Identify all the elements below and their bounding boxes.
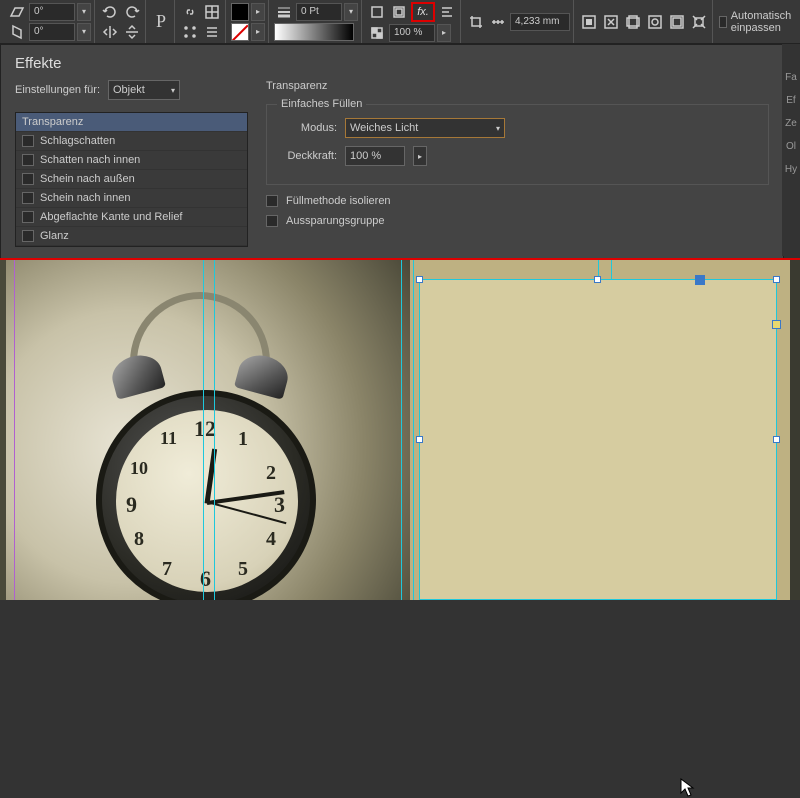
paragraph-icon[interactable]: P [151,13,171,31]
panel-tab[interactable]: Ef [786,95,795,106]
clock-face: 12 1 2 3 4 5 6 7 8 9 10 11 [116,410,298,592]
hour-hand [205,449,218,504]
effects-dialog: Effekte Einstellungen für: Objekt▾ Trans… [0,44,784,259]
effect-checkbox[interactable] [22,173,34,185]
selection-handle[interactable] [594,276,601,283]
box1-icon[interactable] [367,3,387,21]
autofit-checkbox[interactable] [719,16,727,28]
dots-icon[interactable] [180,23,200,41]
fill-opacity-input[interactable]: 100 % [345,146,405,166]
crop-icon[interactable] [466,13,486,31]
knockout-checkbox[interactable] [266,215,278,227]
transparency-heading: Transparenz [266,80,769,92]
flip-v-icon[interactable] [122,23,142,41]
measurement-input[interactable]: 4,233 mm [510,13,570,31]
opacity-icon [367,24,387,42]
effect-item-schein-aussen[interactable]: Schein nach außen [16,170,247,189]
grid-icon[interactable] [202,3,222,21]
page-edge [790,260,800,600]
effect-item-transparenz[interactable]: Transparenz [16,113,247,132]
selection-handle[interactable] [416,276,423,283]
corner-option-handle[interactable] [772,320,781,329]
effect-item-schein-innen[interactable]: Schein nach innen [16,189,247,208]
opacity-label: Deckkraft: [277,150,337,162]
selection-handle[interactable] [773,436,780,443]
angle-y-dropdown[interactable]: ▾ [77,23,91,41]
fill-dropdown[interactable]: ▸ [251,3,265,21]
opacity-input[interactable]: 100 % [389,24,435,42]
effects-list: Transparenz Schlagschatten Schatten nach… [15,112,248,247]
fill-swatch[interactable] [231,3,249,21]
stroke-swatch[interactable] [231,23,249,41]
column-guide[interactable] [413,260,414,600]
panel-tab[interactable]: Ze [785,118,797,129]
angle-y-input[interactable]: 0° [29,23,75,41]
stroke-weight-dropdown[interactable]: ▾ [344,3,358,21]
clock-image[interactable]: 12 1 2 3 4 5 6 7 8 9 10 11 [6,260,410,600]
top-toolbar: 0° ▾ 0° ▾ P [0,0,800,44]
document-canvas[interactable]: 12 1 2 3 4 5 6 7 8 9 10 11 [0,260,800,600]
effect-item-glanz[interactable]: Glanz [16,227,247,246]
settings-for-label: Einstellungen für: [15,84,100,96]
selected-frame[interactable] [419,279,777,600]
blend-mode-select[interactable]: Weiches Licht▾ [345,118,505,138]
effects-button[interactable]: fx. [411,2,435,22]
panel-tab[interactable]: Ol [786,141,796,152]
misc-icon[interactable] [202,23,222,41]
right-panel-tabs: Fa Ef Ze Ol Hy [782,44,800,256]
dialog-title: Effekte [1,45,783,80]
selection-handle[interactable] [773,276,780,283]
stroke-weight-icon [274,3,294,21]
fit5-icon[interactable] [667,13,687,31]
content-grabber[interactable] [695,275,705,285]
column-guide[interactable] [401,260,402,600]
fit3-icon[interactable] [623,13,643,31]
effect-item-schlagschatten[interactable]: Schlagschatten [16,132,247,151]
fit1-icon[interactable] [579,13,599,31]
autofit-label: Automatisch einpassen [731,10,796,34]
measure-icon [488,13,508,31]
angle-x-dropdown[interactable]: ▾ [77,3,91,21]
shear-y-icon [7,23,27,41]
margin-guide[interactable] [14,260,15,600]
effect-item-relief[interactable]: Abgeflachte Kante und Relief [16,208,247,227]
effect-checkbox[interactable] [22,154,34,166]
effect-checkbox[interactable] [22,211,34,223]
mode-label: Modus: [277,122,337,134]
align-icon[interactable] [437,3,457,21]
fit6-icon[interactable] [689,13,709,31]
fit4-icon[interactable] [645,13,665,31]
knockout-label: Aussparungsgruppe [286,215,384,227]
stroke-dropdown[interactable]: ▸ [251,23,265,41]
box2-icon[interactable] [389,3,409,21]
shear-x-icon [7,3,27,21]
settings-for-select[interactable]: Objekt▾ [108,80,180,100]
effect-checkbox[interactable] [22,192,34,204]
angle-x-input[interactable]: 0° [29,3,75,21]
selection-handle[interactable] [416,436,423,443]
flip-h-icon[interactable] [100,23,120,41]
rotate-ccw-icon[interactable] [100,3,120,21]
effect-checkbox[interactable] [22,135,34,147]
minute-hand [207,490,285,505]
fill-opacity-dropdown[interactable]: ▸ [413,146,427,166]
link-icon[interactable] [180,3,200,21]
opacity-dropdown[interactable]: ▸ [437,24,451,42]
clock-body: 12 1 2 3 4 5 6 7 8 9 10 11 [96,390,316,600]
column-guide[interactable] [214,260,215,600]
rotate-cw-icon[interactable] [122,3,142,21]
isolate-label: Füllmethode isolieren [286,195,391,207]
column-guide[interactable] [203,260,204,600]
gradient-bar[interactable] [274,23,354,41]
simple-fill-fieldset: Einfaches Füllen Modus: Weiches Licht▾ D… [266,98,769,185]
isolate-checkbox[interactable] [266,195,278,207]
fit2-icon[interactable] [601,13,621,31]
panel-tab[interactable]: Fa [785,72,797,83]
stroke-weight-input[interactable]: 0 Pt [296,3,342,21]
cursor-icon [680,778,696,798]
effect-checkbox[interactable] [22,230,34,242]
fill-legend: Einfaches Füllen [277,98,366,110]
panel-tab[interactable]: Hy [785,164,797,175]
effect-item-schatten-innen[interactable]: Schatten nach innen [16,151,247,170]
